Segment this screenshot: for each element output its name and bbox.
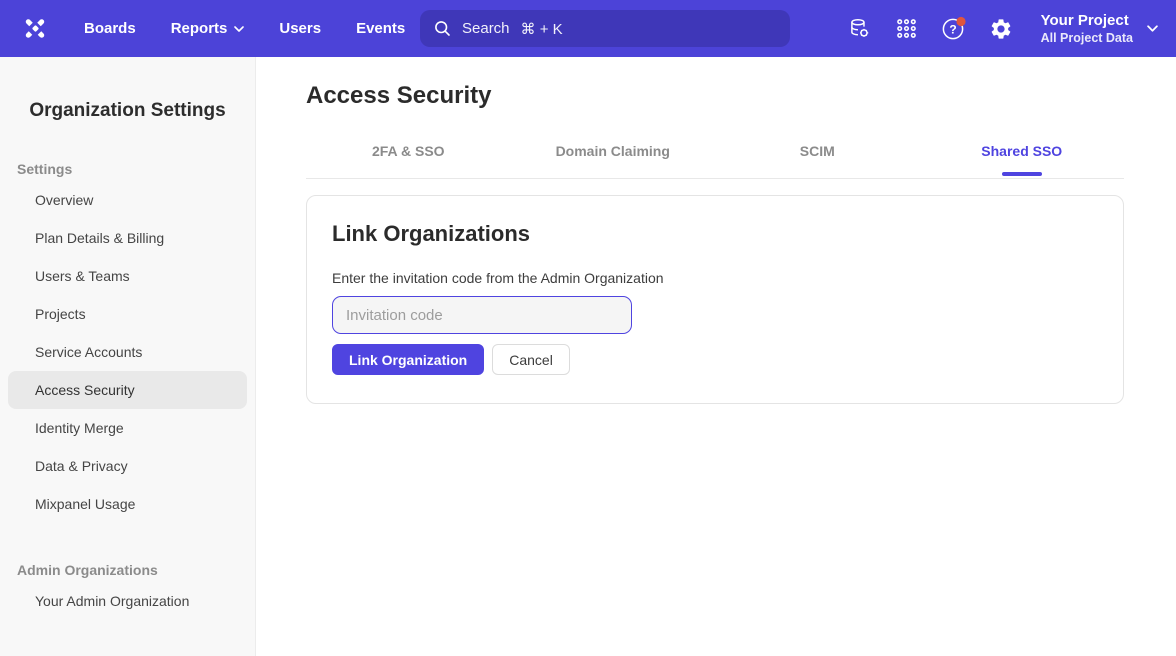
sidebar-item-mixpanel-usage[interactable]: Mixpanel Usage <box>8 485 247 523</box>
navbar-actions: ? Your Project All Project Data <box>844 12 1158 46</box>
sidebar-item-identity-merge[interactable]: Identity Merge <box>8 409 247 447</box>
tab-shared-sso[interactable]: Shared SSO <box>920 139 1125 178</box>
chevron-down-icon <box>234 26 244 32</box>
search-shortcut: ⌘ + K <box>521 20 563 38</box>
sidebar-item-access-security[interactable]: Access Security <box>8 371 247 409</box>
tab-2fa-sso[interactable]: 2FA & SSO <box>306 139 511 178</box>
org-settings-sidebar: Organization Settings Settings Overview … <box>0 57 256 656</box>
project-subtitle: All Project Data <box>1041 30 1133 46</box>
card-title: Link Organizations <box>332 221 1098 247</box>
settings-gear-icon[interactable] <box>985 13 1017 45</box>
search-input[interactable]: Search ⌘ + K <box>420 10 790 47</box>
project-name: Your Project <box>1041 12 1133 30</box>
svg-text:?: ? <box>949 22 956 36</box>
nav-item-reports[interactable]: Reports <box>171 20 245 37</box>
nav-item-label: Reports <box>171 20 228 37</box>
sidebar-section-settings: Settings <box>17 157 255 181</box>
sidebar-item-service-accounts[interactable]: Service Accounts <box>8 333 247 371</box>
page-title: Access Security <box>306 82 1124 110</box>
chevron-down-icon <box>1147 25 1158 32</box>
nav-item-label: Events <box>356 20 405 37</box>
sidebar-section-admin-organizations: Admin Organizations <box>17 558 255 582</box>
sidebar-item-your-admin-organization[interactable]: Your Admin Organization <box>8 582 247 620</box>
apps-grid-icon[interactable] <box>891 13 923 45</box>
tab-bar: 2FA & SSO Domain Claiming SCIM Shared SS… <box>306 139 1124 179</box>
nav-item-label: Users <box>279 20 321 37</box>
main-content: Access Security 2FA & SSO Domain Claimin… <box>256 57 1176 656</box>
sidebar-item-projects[interactable]: Projects <box>8 295 247 333</box>
tab-scim[interactable]: SCIM <box>715 139 920 178</box>
sidebar-item-users-teams[interactable]: Users & Teams <box>8 257 247 295</box>
cancel-button[interactable]: Cancel <box>492 344 570 375</box>
sidebar-item-data-privacy[interactable]: Data & Privacy <box>8 447 247 485</box>
data-management-icon[interactable] <box>844 13 876 45</box>
sidebar-item-plan-details-billing[interactable]: Plan Details & Billing <box>8 219 247 257</box>
link-organization-button[interactable]: Link Organization <box>332 344 484 375</box>
nav-item-label: Boards <box>84 20 136 37</box>
mixpanel-logo-icon[interactable] <box>20 14 50 44</box>
tab-domain-claiming[interactable]: Domain Claiming <box>511 139 716 178</box>
top-navbar: Boards Reports Users Events Search ⌘ + K <box>0 0 1176 57</box>
nav-item-events[interactable]: Events <box>356 20 405 37</box>
invitation-code-input[interactable] <box>332 296 632 334</box>
nav-item-users[interactable]: Users <box>279 20 321 37</box>
card-actions: Link Organization Cancel <box>332 344 1098 375</box>
sidebar-title: Organization Settings <box>0 57 255 122</box>
project-selector[interactable]: Your Project All Project Data <box>1041 12 1158 46</box>
sidebar-item-overview[interactable]: Overview <box>8 181 247 219</box>
help-icon[interactable]: ? <box>938 13 970 45</box>
link-organizations-card: Link Organizations Enter the invitation … <box>306 195 1124 404</box>
search-placeholder: Search <box>462 20 510 37</box>
card-description: Enter the invitation code from the Admin… <box>332 270 1098 286</box>
nav-item-boards[interactable]: Boards <box>84 20 136 37</box>
search-icon <box>434 20 451 37</box>
